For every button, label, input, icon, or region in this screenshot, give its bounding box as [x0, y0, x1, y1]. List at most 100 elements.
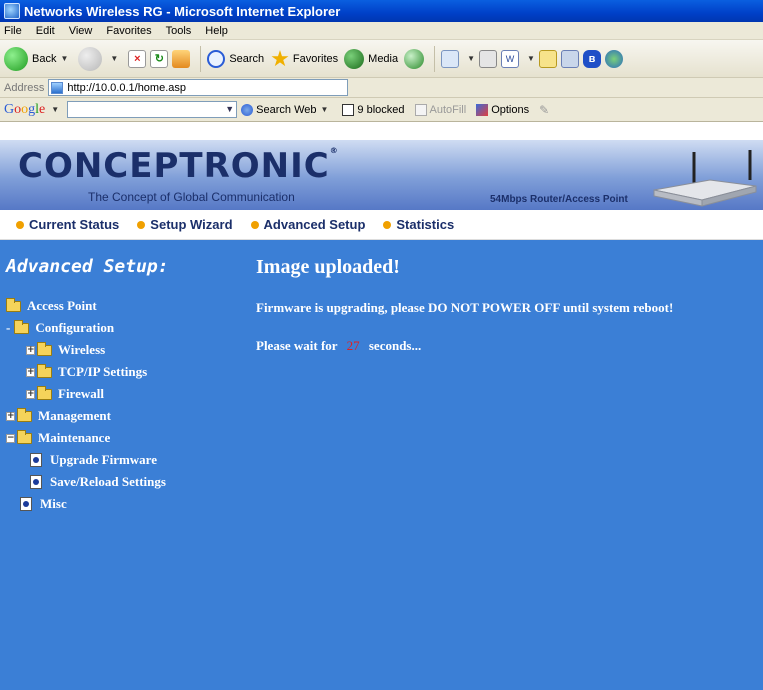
google-toolbar: Google ▼ ▼ Search Web ▼ 9 blocked AutoFi…	[0, 98, 763, 122]
search-web-button[interactable]: Search Web ▼	[241, 103, 332, 116]
nav-label: Setup Wizard	[150, 217, 233, 232]
folder-icon	[37, 385, 52, 400]
stop-icon[interactable]: ×	[128, 49, 147, 68]
tree-item-wireless[interactable]: + Wireless	[26, 341, 106, 358]
nav-advanced-setup[interactable]: Advanced Setup	[250, 217, 365, 232]
tree-item-firewall[interactable]: + Firewall	[26, 385, 104, 402]
nav-label: Current Status	[29, 217, 120, 232]
nav-setup-wizard[interactable]: Setup Wizard	[137, 217, 233, 232]
search-button[interactable]: Search	[207, 49, 264, 68]
tree-item-tcpip[interactable]: + TCP/IP Settings	[26, 363, 148, 380]
autofill-icon	[414, 103, 427, 116]
note-icon[interactable]	[538, 49, 557, 68]
nav-current-status[interactable]: Current Status	[16, 217, 119, 232]
tree-label: Misc	[40, 496, 67, 511]
page-title: Image uploaded!	[256, 256, 400, 278]
popup-blocked-icon	[342, 103, 355, 116]
menu-favorites[interactable]: Favorites	[106, 25, 151, 37]
blocked-label: 9 blocked	[357, 103, 405, 116]
address-input[interactable]: http://10.0.0.1/home.asp	[48, 79, 349, 96]
tree-item-access-point[interactable]: Access Point	[6, 297, 97, 314]
tree-item-maintenance[interactable]: − Maintenance	[6, 429, 111, 446]
tree-label: TCP/IP Settings	[58, 364, 148, 379]
window-title: Networks Wireless RG - Microsoft Interne…	[24, 3, 341, 19]
chevron-down-icon[interactable]: ▼	[527, 54, 535, 63]
tree-item-configuration[interactable]: - Configuration	[6, 319, 114, 336]
tree-label: Maintenance	[38, 430, 111, 445]
binoculars-icon	[241, 103, 254, 116]
google-search-input[interactable]: ▼	[67, 101, 238, 118]
options-label: Options	[491, 103, 530, 116]
google-logo[interactable]: Google	[4, 102, 45, 118]
chevron-down-icon[interactable]: ▼	[51, 105, 59, 114]
popup-blocker-button[interactable]: 9 blocked	[342, 103, 405, 116]
address-url: http://10.0.0.1/home.asp	[67, 81, 186, 94]
folder-icon	[37, 363, 52, 378]
research-icon[interactable]	[560, 49, 579, 68]
favorites-label: Favorites	[292, 52, 339, 65]
home-icon[interactable]	[172, 49, 191, 68]
tree-label: Wireless	[58, 342, 106, 357]
chevron-down-icon[interactable]: ▼	[225, 104, 234, 114]
wait-suffix: seconds...	[368, 338, 422, 353]
media-button[interactable]: Media	[344, 48, 398, 69]
mail-icon[interactable]	[441, 49, 460, 68]
wait-prefix: Please wait for	[256, 338, 338, 353]
chevron-down-icon: ▼	[110, 54, 119, 63]
print-icon[interactable]	[479, 49, 498, 68]
pencil-icon[interactable]: ✎	[539, 103, 549, 117]
messenger-icon[interactable]	[604, 49, 623, 68]
tree-item-misc[interactable]: Misc	[20, 496, 67, 512]
brand-tagline: The Concept of Global Communication	[88, 190, 295, 204]
folder-open-icon	[6, 297, 21, 312]
tree-label: Access Point	[27, 298, 97, 313]
sidebar-title: Advanced Setup:	[6, 256, 169, 277]
bullet-icon	[137, 220, 146, 229]
star-icon: ★	[270, 45, 290, 71]
content-area: Advanced Setup: Access Point - Configura…	[0, 240, 763, 690]
autofill-button[interactable]: AutoFill	[414, 103, 466, 116]
word-icon[interactable]: W	[501, 49, 520, 68]
upgrade-warning: Firmware is upgrading, please DO NOT POW…	[256, 300, 674, 315]
browser-toolbar: Back ▼ ▼ × ↻ Search ★ Favorites Media ▼ …	[0, 40, 763, 78]
address-label: Address	[4, 81, 45, 94]
search-icon	[207, 49, 226, 68]
registered-mark: ®	[329, 146, 339, 155]
nav-statistics[interactable]: Statistics	[383, 217, 454, 232]
favorites-button[interactable]: ★ Favorites	[270, 46, 338, 72]
tree-item-save-reload[interactable]: Save/Reload Settings	[30, 474, 166, 490]
page-icon	[30, 453, 42, 467]
expand-icon: +	[26, 344, 35, 355]
router-nav: Current Status Setup Wizard Advanced Set…	[0, 210, 763, 240]
menu-view[interactable]: View	[69, 25, 93, 37]
refresh-icon[interactable]: ↻	[150, 49, 169, 68]
menu-help[interactable]: Help	[205, 25, 228, 37]
media-icon	[344, 48, 365, 69]
brand-logo: CONCEPTRONIC®	[18, 146, 339, 186]
page-icon	[30, 475, 42, 489]
wait-message: Please wait for 27 seconds...	[256, 338, 421, 354]
menu-tools[interactable]: Tools	[166, 25, 192, 37]
menu-edit[interactable]: Edit	[36, 25, 55, 37]
history-icon[interactable]	[404, 48, 425, 69]
forward-button[interactable]: ▼	[78, 46, 122, 71]
toolbar-separator	[434, 45, 436, 72]
address-bar: Address http://10.0.0.1/home.asp	[0, 78, 763, 98]
back-arrow-icon	[4, 46, 28, 71]
menu-file[interactable]: File	[4, 25, 22, 37]
options-button[interactable]: Options	[476, 103, 530, 116]
folder-open-icon	[17, 429, 32, 444]
banner-strip	[0, 122, 763, 140]
chevron-down-icon: ▼	[60, 54, 69, 63]
bluetooth-icon[interactable]: ʙ	[582, 49, 601, 68]
window-title-bar: Networks Wireless RG - Microsoft Interne…	[0, 0, 763, 22]
tree-item-upgrade-firmware[interactable]: Upgrade Firmware	[30, 452, 157, 468]
toolbar-separator	[200, 45, 202, 72]
countdown-value: 27	[346, 338, 360, 353]
chevron-down-icon[interactable]: ▼	[467, 54, 475, 63]
tree-item-management[interactable]: + Management	[6, 407, 111, 424]
device-model: 54Mbps Router/Access Point	[490, 194, 628, 205]
tree-label: Upgrade Firmware	[50, 452, 157, 467]
brand-name: CONCEPTRONIC	[18, 146, 330, 186]
back-button[interactable]: Back ▼	[4, 46, 72, 71]
